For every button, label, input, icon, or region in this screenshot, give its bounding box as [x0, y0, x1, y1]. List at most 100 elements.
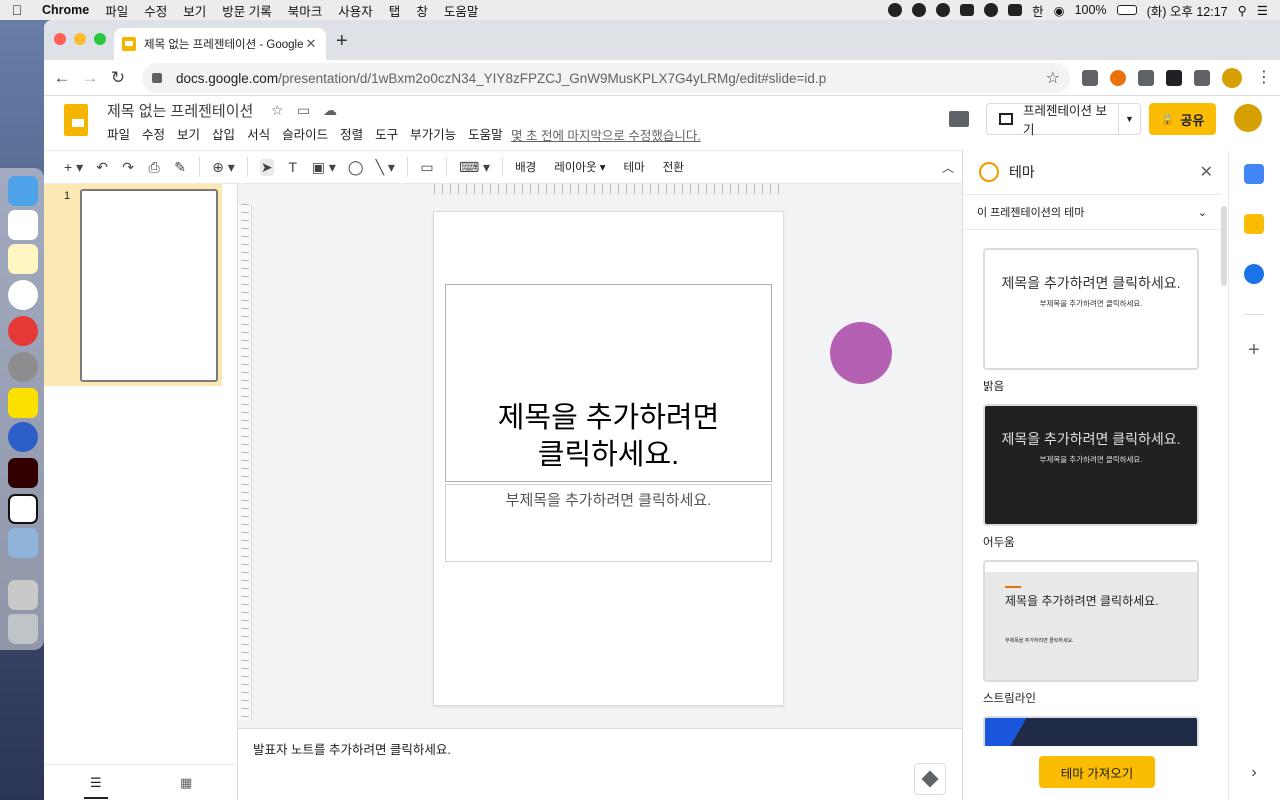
paint-format-icon[interactable]: ✎ [173, 159, 187, 176]
add-addon-icon[interactable]: + [1244, 340, 1264, 360]
notes-icon[interactable] [8, 244, 38, 274]
spotlight-search-icon[interactable]: ⚲ [1238, 3, 1247, 18]
new-tab-icon[interactable]: + [336, 30, 348, 53]
theme-section-dropdown[interactable]: 이 프레젠테이션의 테마 ⌄ [963, 194, 1221, 230]
control-center-icon[interactable]: ☰ [1257, 3, 1268, 18]
browser-tab-active[interactable]: 제목 없는 프레젠테이션 - Google S ✕ [114, 28, 326, 60]
menu-format[interactable]: 서식 [247, 124, 276, 143]
shape-icon[interactable]: ◯ [348, 159, 364, 176]
filmstrip-view-icon[interactable]: ☰ [84, 775, 108, 799]
account-avatar[interactable] [1234, 104, 1262, 132]
reload-icon[interactable]: ↻ [108, 68, 128, 88]
theme-card-light[interactable]: 제목을 추가하려면 클릭하세요. 부제목을 추가하려면 클릭하세요. [983, 248, 1199, 370]
finder-icon[interactable] [8, 176, 38, 206]
notion-extension-icon[interactable] [1166, 70, 1182, 86]
extensions-puzzle-icon[interactable] [1194, 70, 1210, 86]
menubar-item-view[interactable]: 보기 [175, 1, 214, 20]
undo-icon[interactable]: ↶ [95, 159, 109, 176]
insert-comment-icon[interactable]: ▭ [420, 159, 434, 176]
chevron-down-icon[interactable]: ▼ [1118, 104, 1140, 134]
calendar-icon[interactable] [8, 210, 38, 240]
last-edit-link[interactable]: 몇 초 전에 마지막으로 수정했습니다. [511, 125, 701, 144]
minimize-window-icon[interactable] [74, 33, 86, 45]
infinity-icon[interactable] [936, 3, 951, 17]
comment-history-icon[interactable] [949, 111, 969, 127]
zoom-window-icon[interactable] [94, 33, 106, 45]
present-button[interactable]: 프레젠테이션 보기 ▼ [986, 103, 1141, 137]
background-button[interactable]: 배경 [515, 159, 536, 175]
print-icon[interactable]: ⎙ [147, 159, 161, 176]
chrome-icon[interactable] [8, 280, 38, 310]
menu-arrange[interactable]: 정렬 [340, 124, 369, 143]
menubar-item-people[interactable]: 사용자 [330, 1, 381, 20]
move-folder-icon[interactable]: ▭ [297, 102, 310, 119]
theme-list-scrollbar[interactable] [1221, 206, 1227, 286]
chrome-menu-icon[interactable]: ⋮ [1256, 70, 1272, 86]
bookmark-star-icon[interactable]: ☆ [1046, 68, 1060, 88]
lock-icon[interactable] [152, 73, 162, 83]
system-preferences-icon[interactable] [8, 352, 38, 382]
notes-resize-handle[interactable] [238, 720, 962, 728]
menu-edit[interactable]: 수정 [142, 124, 171, 143]
slides-logo-icon[interactable] [64, 104, 88, 136]
close-tab-icon[interactable]: ✕ [304, 36, 318, 52]
import-theme-button[interactable]: 테마 가져오기 [1039, 756, 1155, 788]
menu-slide[interactable]: 슬라이드 [282, 124, 334, 143]
theme-card-dark[interactable]: 제목을 추가하려면 클릭하세요. 부제목을 추가하려면 클릭하세요. [983, 404, 1199, 526]
menubar-item-window[interactable]: 창 [408, 1, 436, 20]
grid-view-icon[interactable]: ▦ [180, 775, 192, 791]
share-button[interactable]: 🔒 공유 [1149, 103, 1216, 135]
zoom-icon[interactable]: ⊕ ▾ [212, 159, 235, 176]
messenger-icon[interactable] [8, 422, 38, 452]
star-icon[interactable]: ☆ [271, 102, 284, 119]
input-tools-icon[interactable]: ⌨ ▾ [459, 159, 490, 176]
transition-button[interactable]: 전환 [663, 159, 684, 175]
kakaotalk-icon[interactable] [8, 388, 38, 418]
theme-card-streamline[interactable]: 제목을 추가하려면 클릭하세요. 부제목을 추가하려면 클릭하세요. [983, 560, 1199, 682]
select-cursor-icon[interactable]: ➤ [259, 158, 274, 176]
downloads-stack-icon[interactable] [8, 580, 38, 610]
menubar-item-history[interactable]: 방문 기록 [214, 1, 279, 20]
menubar-item-bookmarks[interactable]: 북마크 [280, 1, 331, 20]
theme-card-next[interactable] [983, 716, 1199, 746]
calendar-icon[interactable] [1244, 164, 1264, 184]
wifi-icon[interactable]: ◉ [1054, 3, 1065, 18]
input-method-indicator[interactable]: 한 [1032, 1, 1044, 20]
menubar-clock[interactable]: (화) 오후 12:17 [1147, 1, 1228, 20]
omnibox[interactable]: docs.google.com/presentation/d/1wBxm2o0c… [142, 63, 1070, 93]
url-text[interactable]: docs.google.com/presentation/d/1wBxm2o0c… [176, 71, 1046, 86]
new-slide-icon[interactable]: + ▾ [64, 159, 83, 176]
grid-app-icon[interactable] [960, 4, 975, 16]
battery-icon[interactable] [1116, 5, 1137, 15]
title-placeholder[interactable]: 제목을 추가하려면 클릭하세요. [445, 284, 772, 482]
cc-extension-icon[interactable] [1082, 70, 1098, 86]
extension-icon-2[interactable] [1110, 70, 1126, 86]
forward-icon[interactable]: → [80, 68, 100, 88]
speaker-notes[interactable]: 발표자 노트를 추가하려면 클릭하세요. [238, 728, 962, 800]
preview-icon[interactable] [8, 528, 38, 558]
slide-thumbnail-selected[interactable]: 1 [44, 184, 222, 386]
trash-icon[interactable] [8, 614, 38, 644]
extension-icon-3[interactable] [1138, 70, 1154, 86]
explore-icon[interactable] [914, 763, 946, 795]
back-icon[interactable]: ← [52, 68, 72, 88]
apple-icon[interactable]:  [0, 2, 34, 18]
text-box-icon[interactable]: T [286, 159, 300, 175]
menubar-item-file[interactable]: 파일 [97, 1, 136, 20]
illustrator-icon[interactable] [8, 458, 38, 488]
menubar-item-edit[interactable]: 수정 [136, 1, 175, 20]
youtube-music-icon[interactable] [8, 316, 38, 346]
chat-app-icon[interactable] [984, 3, 999, 17]
tasks-icon[interactable] [1244, 264, 1264, 284]
cloud-saved-icon[interactable]: ☁ [323, 102, 337, 119]
status-app-icon-2[interactable] [1008, 4, 1023, 16]
menu-help[interactable]: 도움말 [468, 124, 509, 143]
insert-image-icon[interactable]: ▣ ▾ [312, 159, 336, 176]
menu-insert[interactable]: 삽입 [212, 124, 241, 143]
menu-addons[interactable]: 부가기능 [410, 124, 462, 143]
menubar-app-name[interactable]: Chrome [34, 3, 97, 17]
line-icon[interactable]: ╲ ▾ [376, 159, 395, 176]
menubar-item-help[interactable]: 도움말 [436, 1, 487, 20]
creative-cloud-icon[interactable] [912, 3, 927, 17]
slide[interactable]: 제목을 추가하려면 클릭하세요. 부제목을 추가하려면 클릭하세요. [433, 211, 784, 706]
